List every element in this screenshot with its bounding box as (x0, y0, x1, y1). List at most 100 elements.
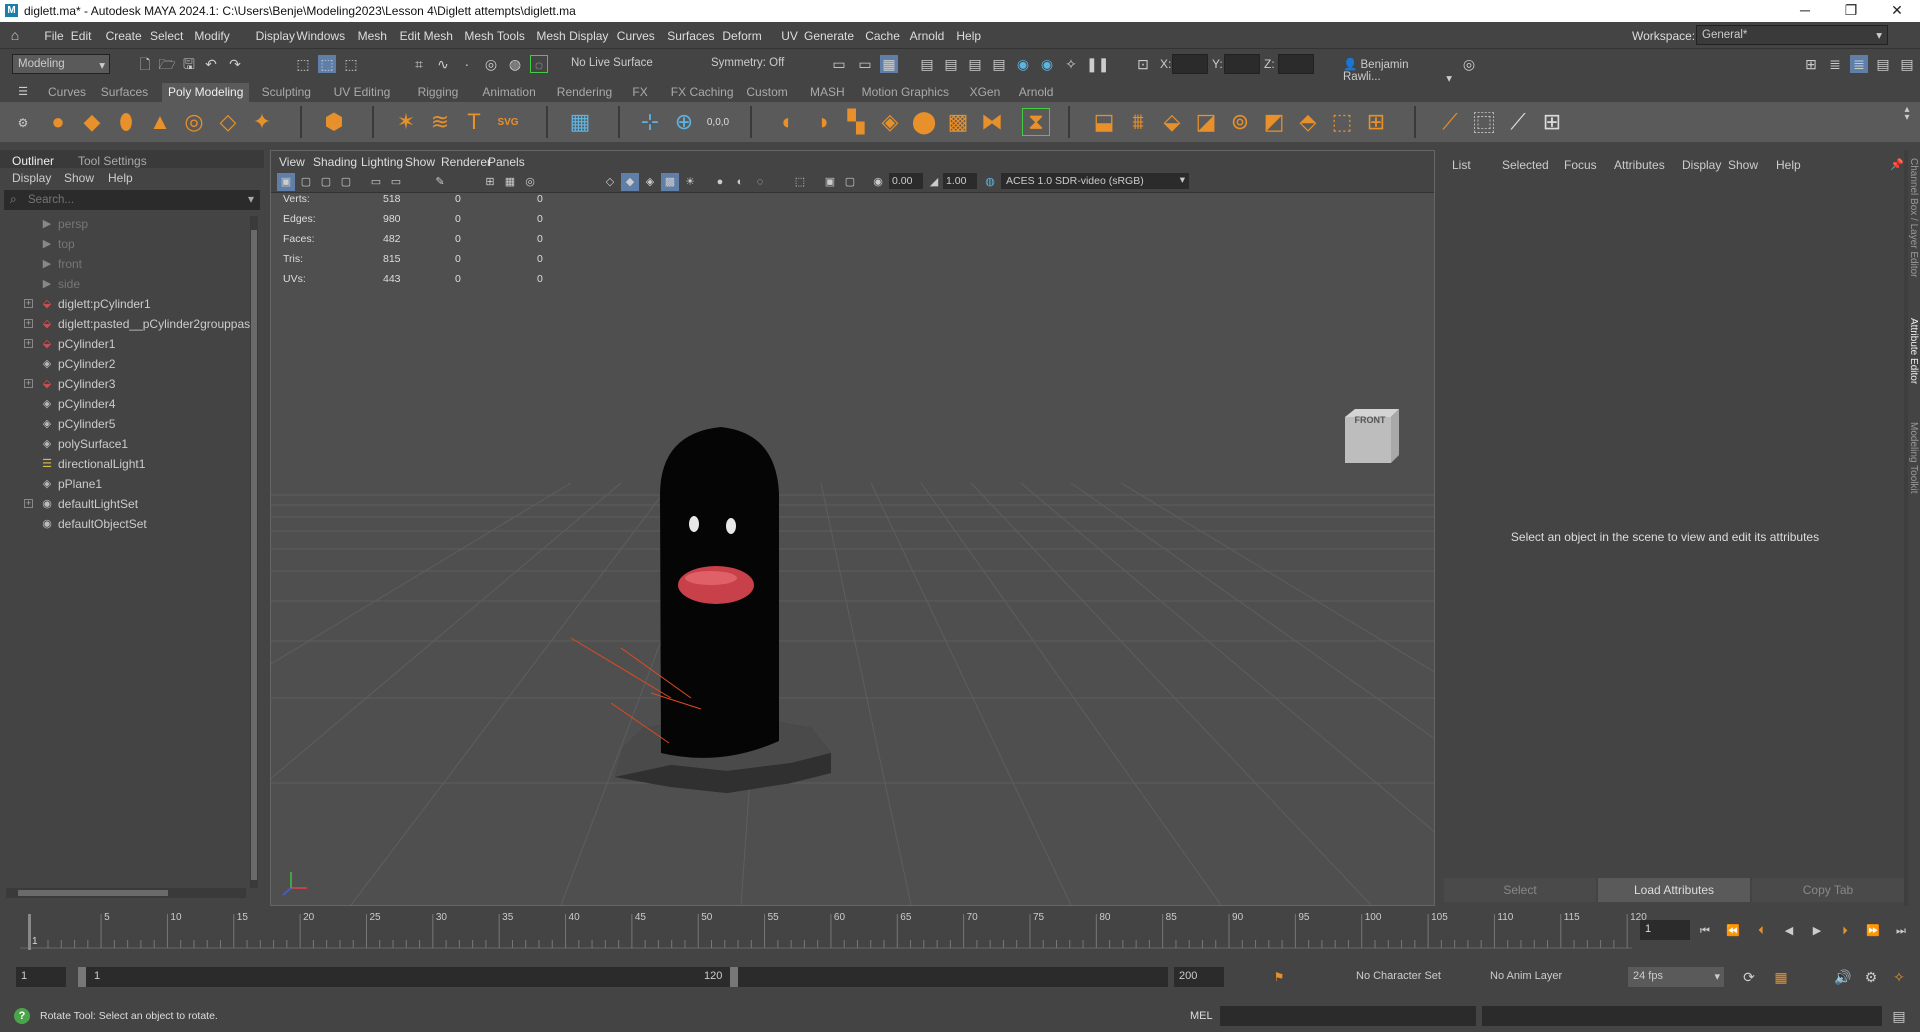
range-end-handle[interactable] (730, 967, 738, 987)
freeze-transforms-icon[interactable]: ⊕ (670, 108, 698, 136)
xray-joints-icon[interactable]: ▢ (841, 173, 859, 191)
extract-icon[interactable]: ▚ (842, 108, 870, 136)
sculpt-smooth-icon[interactable]: ⊞ (1538, 108, 1566, 136)
shelf-tab-fx[interactable]: FX (632, 85, 647, 99)
menu-uv[interactable]: UV (781, 29, 798, 43)
render-current-frame-icon[interactable]: ▭ (830, 55, 848, 73)
shelf-menu-icon[interactable]: ☰ (14, 83, 32, 101)
undo-icon[interactable]: ↶ (202, 55, 220, 73)
symmetry-dropdown[interactable]: Symmetry: Off (706, 54, 802, 74)
step-forward-key-icon[interactable]: ⏩ (1864, 922, 1882, 940)
poly-disc-icon[interactable]: ✦ (248, 108, 276, 136)
shelf-tab-uv-editing[interactable]: UV Editing (334, 85, 391, 99)
shelf-tab-sculpting[interactable]: Sculpting (262, 85, 311, 99)
character-set-dropdown[interactable]: No Character Set (1354, 967, 1480, 987)
shelf-tab-xgen[interactable]: XGen (970, 85, 1001, 99)
outliner-toggle-icon[interactable]: ▤ (1898, 55, 1916, 73)
grid-icon[interactable]: ⊞ (481, 173, 499, 191)
expand-icon[interactable]: + (24, 299, 33, 308)
ipr-render-icon[interactable]: ▭ (856, 55, 874, 73)
snap-grid-icon[interactable]: ⌗ (410, 55, 428, 73)
range-start-handle[interactable] (78, 967, 86, 987)
textured-icon[interactable]: ▩ (661, 173, 679, 191)
xray-icon[interactable]: ▣ (821, 173, 839, 191)
go-to-start-icon[interactable]: ⏮ (1696, 922, 1714, 940)
attribute-editor-menu-focus[interactable]: Focus (1564, 158, 1597, 172)
viewport-menu-lighting[interactable]: Lighting (361, 155, 403, 169)
pause-render-icon[interactable]: ❚❚ (1086, 55, 1109, 73)
attribute-editor-menu-selected[interactable]: Selected (1502, 158, 1549, 172)
append-polygon-icon[interactable]: ◪ (1192, 108, 1220, 136)
expand-icon[interactable]: + (24, 379, 33, 388)
copy-tab-button[interactable]: Copy Tab (1752, 878, 1904, 902)
attribute-editor-menu-help[interactable]: Help (1776, 158, 1801, 172)
tab-channel-box[interactable]: Channel Box / Layer Editor (1908, 158, 1919, 278)
multi-cut-icon[interactable]: ◩ (1260, 108, 1288, 136)
menu-generate[interactable]: Generate (804, 29, 854, 43)
extrude-icon[interactable]: ⬓ (1090, 108, 1118, 136)
help-icon[interactable]: ◎ (1460, 55, 1478, 73)
hypershade-icon[interactable]: ▤ (918, 55, 936, 73)
outliner-item[interactable]: + ⬙ pCylinder1 (0, 334, 256, 354)
separate-icon[interactable]: ◑ (808, 108, 836, 136)
tab-tool-settings[interactable]: Tool Settings (78, 154, 147, 168)
poly-plane-icon[interactable]: ◇ (214, 108, 242, 136)
select-camera-icon[interactable]: ▣ (277, 173, 295, 191)
poly-sphere-icon[interactable]: ● (44, 108, 72, 136)
outliner-item[interactable]: ▶ persp (0, 214, 256, 234)
average-vertices-icon[interactable]: ▩ (944, 108, 972, 136)
menu-edit-mesh[interactable]: Edit Mesh (400, 29, 453, 43)
combine-icon[interactable]: ◐ (774, 108, 802, 136)
shelf-tab-arnold[interactable]: Arnold (1019, 85, 1054, 99)
booleans-icon[interactable]: ◈ (876, 108, 904, 136)
viewport-menu-view[interactable]: View (279, 155, 305, 169)
command-input[interactable] (1220, 1006, 1476, 1026)
shelf-tab-fx-caching[interactable]: FX Caching (671, 85, 734, 99)
uv-editor-icon[interactable]: ▦ (566, 108, 594, 136)
maximize-button[interactable]: ❐ (1836, 2, 1866, 20)
ambient-occlusion-icon[interactable]: ◐ (731, 173, 749, 191)
home-icon[interactable]: ⌂ (6, 26, 24, 44)
expand-icon[interactable]: + (24, 339, 33, 348)
offset-edge-loop-icon[interactable]: ⊞ (1362, 108, 1390, 136)
exposure-icon[interactable]: ◉ (869, 173, 887, 191)
outliner-item[interactable]: ▶ top (0, 234, 256, 254)
live-surface-field[interactable]: No Live Surface (566, 54, 664, 74)
close-button[interactable]: ✕ (1882, 2, 1912, 20)
chevron-down-icon[interactable]: ▾ (248, 192, 254, 206)
image-plane-icon[interactable]: ▢ (337, 173, 355, 191)
outliner-item[interactable]: ◈ polySurface1 (0, 434, 256, 454)
sound-icon[interactable]: 🔊 (1834, 968, 1852, 986)
poly-cone-icon[interactable]: ▲ (146, 108, 174, 136)
outliner-item[interactable]: ◈ pCylinder4 (0, 394, 256, 414)
shelf-tab-curves[interactable]: Curves (48, 85, 86, 99)
edge-loop-icon[interactable]: ⬘ (1294, 108, 1322, 136)
menu-help[interactable]: Help (956, 29, 981, 43)
render-view-icon[interactable]: ▤ (942, 55, 960, 73)
bookmarks-icon[interactable]: ▢ (317, 173, 335, 191)
viewport-menu-shading[interactable]: Shading (313, 155, 357, 169)
menu-select[interactable]: Select (150, 29, 183, 43)
viewcube-label[interactable]: FRONT (1347, 415, 1393, 425)
render-settings-icon[interactable]: ▦ (880, 55, 898, 73)
outliner-search-box[interactable]: ⌕ ▾ (4, 190, 260, 210)
animation-preferences-icon[interactable]: ⚙ (1862, 968, 1880, 986)
expand-icon[interactable]: + (24, 319, 33, 328)
animation-start-input[interactable]: 1 (16, 967, 66, 987)
play-backward-icon[interactable]: ◀ (1780, 922, 1798, 940)
fps-dropdown[interactable]: 24 fps ▾ (1628, 967, 1724, 987)
menu-arnold[interactable]: Arnold (910, 29, 945, 43)
outliner-item[interactable]: ◈ pPlane1 (0, 474, 256, 494)
outliner-menu-display[interactable]: Display (12, 171, 51, 185)
minimize-button[interactable]: ─ (1790, 2, 1820, 20)
safe-action-icon[interactable]: ▦ (501, 173, 519, 191)
arnold-render-icon[interactable]: ▤ (990, 55, 1008, 73)
channel-box-icon[interactable]: ≣ (1850, 55, 1868, 73)
field-chart-icon[interactable]: ◎ (521, 173, 539, 191)
sweep-mesh-icon[interactable]: ≋ (426, 108, 454, 136)
menu-cache[interactable]: Cache (865, 29, 900, 43)
absolute-transform-icon[interactable]: ⊡ (1134, 55, 1152, 73)
sculpt-brush-icon[interactable]: ⟋ (1436, 108, 1464, 136)
snap-live-icon[interactable]: ◌ (530, 55, 548, 73)
platonic-solid-icon[interactable]: ⬢ (320, 108, 348, 136)
